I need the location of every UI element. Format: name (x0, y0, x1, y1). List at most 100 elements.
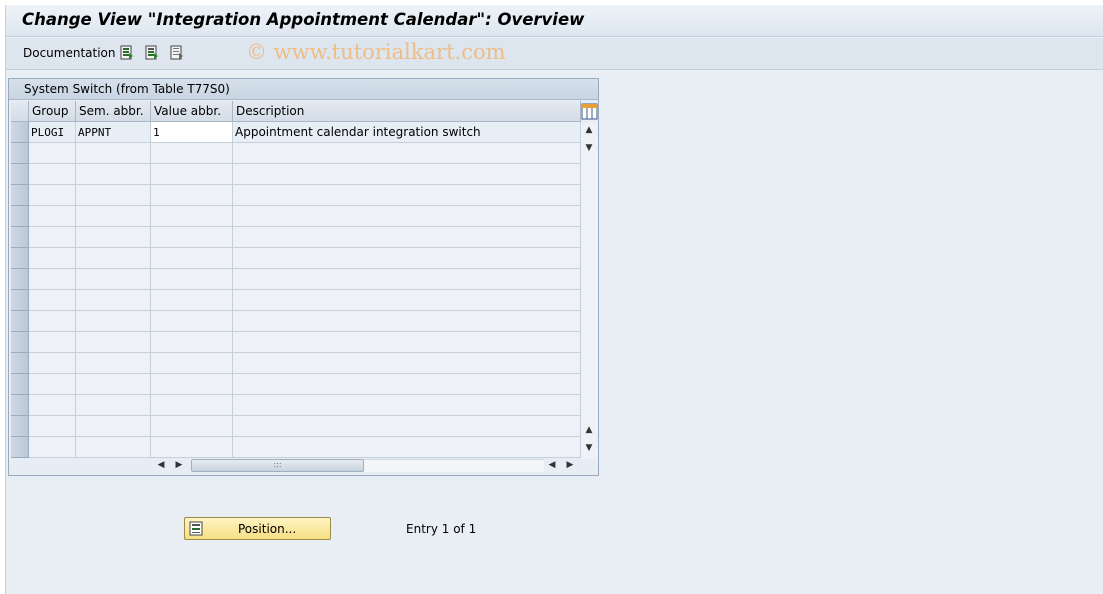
cell-sem-abbr (76, 374, 151, 395)
cell-sem-abbr (76, 206, 151, 227)
row-selector[interactable] (11, 353, 29, 374)
table-row-empty (11, 332, 581, 353)
cell-group (29, 248, 76, 269)
row-selector[interactable] (11, 374, 29, 395)
application-toolbar: Documentation © www.tutorialkart.com (6, 38, 1103, 70)
cell-value-abbr (151, 290, 233, 311)
table-row-empty (11, 374, 581, 395)
page-down-arrow-icon[interactable]: ▼ (584, 443, 594, 453)
select-all-rows-corner[interactable] (11, 101, 29, 122)
row-selector[interactable] (11, 227, 29, 248)
cell-group (29, 437, 76, 458)
cell-description: Appointment calendar integration switch (233, 122, 581, 143)
scroll-left-arrow-icon[interactable]: ◀ (156, 460, 166, 470)
cell-description (233, 395, 581, 416)
cell-description (233, 332, 581, 353)
column-header-description[interactable]: Description (233, 101, 581, 122)
title-bar: Change View "Integration Appointment Cal… (6, 5, 1103, 37)
cell-value-abbr (151, 164, 233, 185)
cell-value-abbr (151, 248, 233, 269)
table-row-empty (11, 227, 581, 248)
cell-sem-abbr (76, 248, 151, 269)
table-row-empty (11, 164, 581, 185)
select-block-icon[interactable] (145, 45, 159, 60)
watermark: © www.tutorialkart.com (246, 40, 506, 64)
table-row-empty (11, 143, 581, 164)
row-selector[interactable] (11, 437, 29, 458)
documentation-button[interactable]: Documentation (23, 46, 116, 60)
page-up-arrow-icon[interactable]: ▲ (584, 425, 594, 435)
cell-group (29, 374, 76, 395)
row-selector[interactable] (11, 311, 29, 332)
cell-group (29, 185, 76, 206)
position-button[interactable]: Position... (184, 517, 331, 540)
cell-value-abbr (151, 269, 233, 290)
cell-sem-abbr (76, 416, 151, 437)
system-switch-table-panel: System Switch (from Table T77S0) Group S… (8, 78, 599, 476)
row-selector[interactable] (11, 269, 29, 290)
cell-sem-abbr (76, 437, 151, 458)
cell-description (233, 353, 581, 374)
cell-sem-abbr (76, 332, 151, 353)
row-selector[interactable] (11, 395, 29, 416)
row-selector[interactable] (11, 143, 29, 164)
column-header-sem-abbr[interactable]: Sem. abbr. (76, 101, 151, 122)
cell-value-abbr (151, 374, 233, 395)
scroll-down-arrow-icon[interactable]: ▼ (584, 143, 594, 153)
table-title: System Switch (from Table T77S0) (24, 82, 230, 96)
cell-description (233, 374, 581, 395)
table-row-empty (11, 353, 581, 374)
cell-value-abbr (151, 227, 233, 248)
cell-group (29, 311, 76, 332)
scroll-right-end-arrow-icon[interactable]: ▶ (565, 460, 575, 470)
cell-description (233, 227, 581, 248)
scroll-left-end-arrow-icon[interactable]: ◀ (547, 460, 557, 470)
cell-description (233, 311, 581, 332)
row-selector[interactable] (11, 164, 29, 185)
row-selector[interactable] (11, 332, 29, 353)
cell-description (233, 206, 581, 227)
table-row-empty (11, 416, 581, 437)
cell-group: PLOGI (29, 122, 76, 143)
horizontal-scrollbar[interactable]: ◀ ▶ ::: ◀ ▶ (11, 457, 598, 473)
row-selector[interactable] (11, 416, 29, 437)
cell-value-abbr (151, 311, 233, 332)
scroll-up-arrow-icon[interactable]: ▲ (584, 125, 594, 135)
cell-group (29, 332, 76, 353)
column-header-group[interactable]: Group (29, 101, 76, 122)
column-header-value-abbr[interactable]: Value abbr. (151, 101, 233, 122)
cell-sem-abbr (76, 227, 151, 248)
cell-sem-abbr (76, 395, 151, 416)
cell-group (29, 227, 76, 248)
value-abbr-input[interactable]: 1 (151, 122, 233, 143)
cell-sem-abbr (76, 269, 151, 290)
row-selector[interactable] (11, 206, 29, 227)
cell-sem-abbr (76, 143, 151, 164)
cell-group (29, 206, 76, 227)
cell-sem-abbr (76, 353, 151, 374)
cell-sem-abbr (76, 185, 151, 206)
scroll-right-arrow-icon[interactable]: ▶ (174, 460, 184, 470)
table-row-empty (11, 395, 581, 416)
deselect-all-icon[interactable] (170, 45, 184, 60)
sap-window: Change View "Integration Appointment Cal… (5, 5, 1103, 594)
cell-value-abbr (151, 416, 233, 437)
row-selector[interactable] (11, 290, 29, 311)
cell-value-abbr (151, 185, 233, 206)
row-selector[interactable] (11, 248, 29, 269)
cell-group (29, 290, 76, 311)
cell-value-abbr (151, 143, 233, 164)
cell-value-abbr (151, 353, 233, 374)
table-row-empty (11, 185, 581, 206)
table-settings-icon[interactable] (581, 102, 598, 121)
cell-description (233, 437, 581, 458)
cell-group (29, 395, 76, 416)
row-selector[interactable] (11, 185, 29, 206)
cell-value-abbr (151, 437, 233, 458)
row-selector[interactable] (11, 122, 29, 143)
select-all-icon[interactable] (120, 45, 134, 60)
horizontal-scroll-thumb[interactable]: ::: (191, 459, 364, 472)
horizontal-scroll-track[interactable] (364, 459, 544, 472)
vertical-scrollbar[interactable]: ▲ ▼ ▲ ▼ (581, 123, 598, 459)
cell-description (233, 248, 581, 269)
